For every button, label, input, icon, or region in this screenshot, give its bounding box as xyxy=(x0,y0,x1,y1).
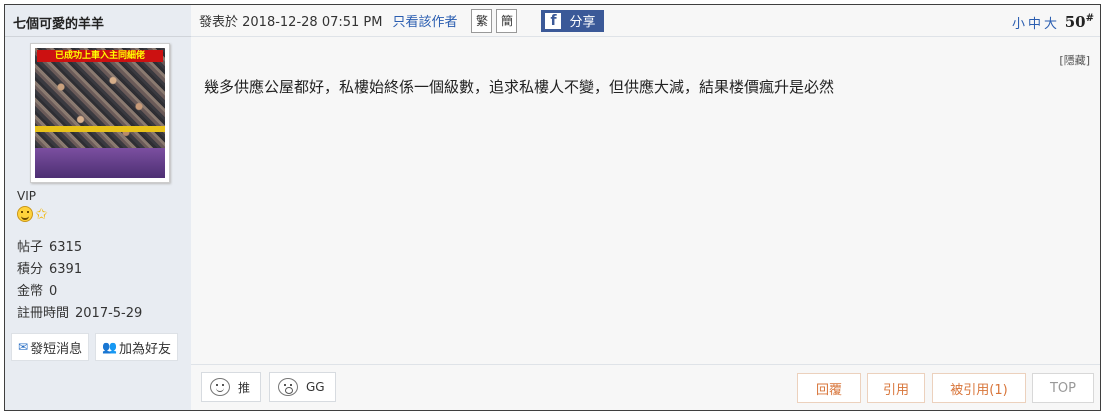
post-header: 發表於 2018-12-28 07:51 PM 只看該作者 繁 簡 f 分享 小… xyxy=(191,5,1100,37)
author-name[interactable]: 七個可愛的羊羊 xyxy=(5,5,191,37)
user-stats: 帖子 6315 積分 6391 金幣 0 註冊時間 2017-5-29 xyxy=(17,237,148,325)
stat-points: 積分 6391 xyxy=(17,262,83,277)
forum-post: 七個可愛的羊羊 已成功上車入主同細佬 VIP ✩ 帖子 6315 積分 6391 金… xyxy=(4,4,1101,411)
author-actions: ✉ 發短消息 👥 加為好友 xyxy=(11,333,179,361)
star-icon: ✩ xyxy=(35,205,48,223)
stat-register-date: 註冊時間 2017-5-29 xyxy=(17,306,143,321)
avatar-image: 已成功上車入主同細佬 xyxy=(35,48,165,178)
author-sidebar: 七個可愛的羊羊 已成功上車入主同細佬 VIP ✩ 帖子 6315 積分 6391 金… xyxy=(5,5,191,410)
avatar-banner-text: 已成功上車入主同細佬 xyxy=(37,50,163,62)
top-button[interactable]: TOP xyxy=(1032,373,1094,403)
users-icon: 👥 xyxy=(102,340,118,354)
mail-icon: ✉ xyxy=(18,340,29,354)
post-date: 發表於 2018-12-28 07:51 PM xyxy=(199,15,383,30)
send-message-button[interactable]: ✉ 發短消息 xyxy=(11,333,90,361)
facebook-icon: f xyxy=(545,12,562,29)
stat-posts: 帖子 6315 xyxy=(17,240,83,255)
quoted-by-button[interactable]: 被引用(1) xyxy=(932,373,1026,403)
stat-coins: 金幣 0 xyxy=(17,284,58,299)
happy-face-icon xyxy=(210,378,230,396)
post-number: 50# xyxy=(1064,13,1094,31)
add-friend-button[interactable]: 👥 加為好友 xyxy=(95,333,179,361)
hidden-tag[interactable]: [隱藏] xyxy=(1059,52,1090,68)
smiley-icon xyxy=(17,206,33,222)
post-main: 發表於 2018-12-28 07:51 PM 只看該作者 繁 簡 f 分享 小… xyxy=(191,5,1100,410)
post-content: 幾多供應公屋都好，私樓始終係一個級數，追求私樓人不變，但供應大減，結果楼價瘋升是… xyxy=(204,78,835,96)
pig-face-icon xyxy=(278,378,298,396)
quote-button[interactable]: 引用 xyxy=(867,373,925,403)
avatar[interactable]: 已成功上車入主同細佬 xyxy=(30,43,170,183)
facebook-share-button[interactable]: f 分享 xyxy=(541,9,604,32)
post-footer: 推 GG 回覆 引用 被引用(1) TOP xyxy=(191,364,1100,410)
user-rank: VIP xyxy=(17,189,36,203)
upvote-button[interactable]: 推 xyxy=(201,372,262,402)
simplified-button[interactable]: 簡 xyxy=(496,8,518,33)
author-only-link[interactable]: 只看該作者 xyxy=(392,11,457,30)
font-size-links[interactable]: 小中大 xyxy=(1012,13,1060,32)
traditional-button[interactable]: 繁 xyxy=(471,8,493,33)
reply-button[interactable]: 回覆 xyxy=(797,373,861,403)
rank-icons: ✩ xyxy=(17,206,48,222)
downvote-button[interactable]: GG xyxy=(269,372,336,402)
